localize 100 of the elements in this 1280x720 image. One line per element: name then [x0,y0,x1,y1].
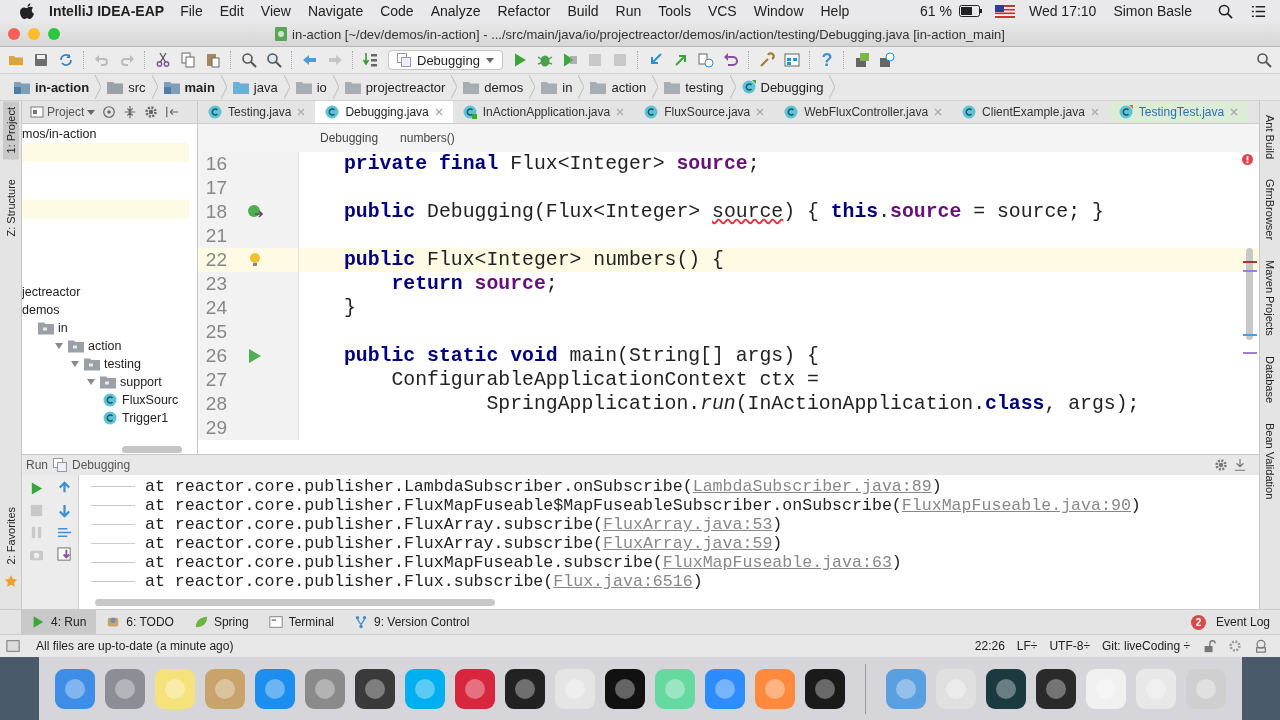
tree-item[interactable]: demos [22,303,60,317]
run-configuration-dropdown[interactable]: Debugging [388,50,503,70]
close-icon[interactable] [1090,108,1099,116]
stop-icon[interactable] [586,52,603,68]
inspector-icon[interactable] [1254,639,1268,653]
console-link[interactable]: FluxMapFuseable.java:90 [901,496,1131,516]
toggle-panels-icon[interactable] [6,639,20,653]
breadcrumb[interactable]: main [157,79,221,95]
locate-icon[interactable] [102,105,117,119]
scrollbar[interactable] [1246,248,1253,340]
close-icon[interactable] [934,108,943,116]
menu-item[interactable]: Analyze [430,3,481,19]
close-icon[interactable] [434,108,443,116]
paste-icon[interactable] [205,52,221,68]
scroll-marker[interactable] [1243,352,1257,354]
collapse-icon[interactable] [123,105,138,119]
console-link[interactable]: FluxArray.java:59 [603,534,773,554]
tool-window-tab[interactable]: Ant Build [1264,115,1276,160]
list-icon[interactable] [1251,3,1266,19]
run-icon[interactable] [247,348,263,364]
menu-item[interactable]: Run [615,3,642,19]
tool-window-tab[interactable]: 9: Version Control [344,610,480,634]
search-icon[interactable] [1218,3,1233,19]
breadcrumb[interactable]: io [289,79,333,95]
scroll-marker[interactable] [1243,270,1257,272]
breadcrumb[interactable]: testing [658,79,730,95]
app-icon[interactable] [802,666,847,711]
editor-tab[interactable]: TestingTest.java [1108,101,1249,123]
back-arrow-icon[interactable] [302,52,318,68]
caret-position[interactable]: 22:26 [974,639,1005,653]
find-icon[interactable] [241,52,257,68]
console-link[interactable]: LambdaSubscriber.java:89 [692,477,932,497]
git-branch[interactable]: Git: liveCoding ÷ [1102,639,1190,653]
tool-window-tab[interactable]: GfmBrowser [1264,179,1276,241]
tool-window-tab[interactable]: 4: Run [21,610,97,634]
breadcrumb[interactable]: java [226,79,284,95]
menu-item[interactable]: Code [380,3,414,19]
star-icon[interactable] [3,574,18,589]
search-icon[interactable] [1256,52,1272,68]
flag-icon[interactable] [994,4,1015,18]
wrench-icon[interactable] [758,52,775,68]
app-icon[interactable] [502,666,547,711]
tree-item[interactable]: in [58,321,68,335]
breadcrumb[interactable]: projectreactor [338,79,452,95]
breadcrumb[interactable]: demos [457,79,530,95]
tree-item[interactable]: jectreactor [22,285,81,299]
down-arrow-icon[interactable] [56,503,72,519]
revert-icon[interactable] [722,52,739,68]
editor-tab[interactable]: InActionApplication.java [452,101,635,123]
expand-arrow-icon[interactable] [70,359,80,369]
save-icon[interactable] [33,52,49,68]
expand-arrow-icon[interactable] [86,377,96,387]
line-separator[interactable]: LF÷ [1016,639,1038,653]
app-menu[interactable]: IntelliJ IDEA-EAP [49,3,165,19]
app-icon[interactable] [602,666,647,711]
settings-icon[interactable] [1214,458,1228,473]
tool-window-tab[interactable]: Maven Projects [1264,260,1276,336]
breadcrumb[interactable]: Debugging [735,79,830,95]
sort-icon[interactable] [363,52,379,68]
tool-window-tab[interactable]: 6: TODO [96,610,184,634]
expand-arrow-icon[interactable] [54,341,64,351]
tool-window-tab[interactable]: 1: Project [2,101,19,160]
bean-icon[interactable] [247,204,263,220]
scrollbar[interactable] [95,599,495,606]
copy-icon[interactable] [180,52,196,68]
coverage-icon[interactable] [561,52,578,68]
tool-window-tab[interactable]: Bean Validation [1264,423,1276,500]
breadcrumb[interactable]: numbers() [400,131,455,145]
replace-icon[interactable] [266,52,282,68]
editor-tab[interactable]: ClientExample.java [952,101,1109,123]
app-icon[interactable] [983,666,1028,711]
editor-tab[interactable]: WebFluxController.java [774,101,953,123]
clock[interactable]: Wed 17:10 [1028,3,1097,19]
tree-item[interactable]: support [120,375,162,389]
tree-item[interactable]: testing [104,357,141,371]
sdk-icon[interactable] [853,52,870,68]
stop-icon[interactable] [611,52,628,68]
menu-item[interactable]: Build [567,3,599,19]
maximize-button[interactable] [48,28,60,40]
scroll-marker[interactable] [1243,261,1257,263]
console-link[interactable]: FluxMapFuseable.java:63 [662,553,892,573]
forward-arrow-icon[interactable] [327,52,343,68]
app-icon[interactable] [1033,666,1078,711]
lock-icon[interactable] [1202,639,1216,653]
tool-window-tab[interactable]: Spring [183,610,259,634]
close-icon[interactable] [756,108,765,116]
editor-tab[interactable]: Testing.java [198,101,316,123]
apple-logo-icon[interactable] [20,2,35,20]
scissors-icon[interactable] [155,52,171,68]
editor-tab[interactable]: FluxSource.java [634,101,775,123]
breadcrumb[interactable]: action [584,79,653,95]
tree-item[interactable]: FluxSourc [122,393,179,407]
menu-item[interactable]: File [180,3,203,19]
close-icon[interactable] [616,108,625,116]
menu-item[interactable]: VCS [707,3,737,19]
app-icon[interactable] [352,666,397,711]
lightbulb-icon[interactable] [247,252,263,268]
sdk-history-icon[interactable] [878,52,895,68]
close-icon[interactable] [1230,108,1239,116]
editor-tab[interactable]: Debugging.java [315,101,453,123]
